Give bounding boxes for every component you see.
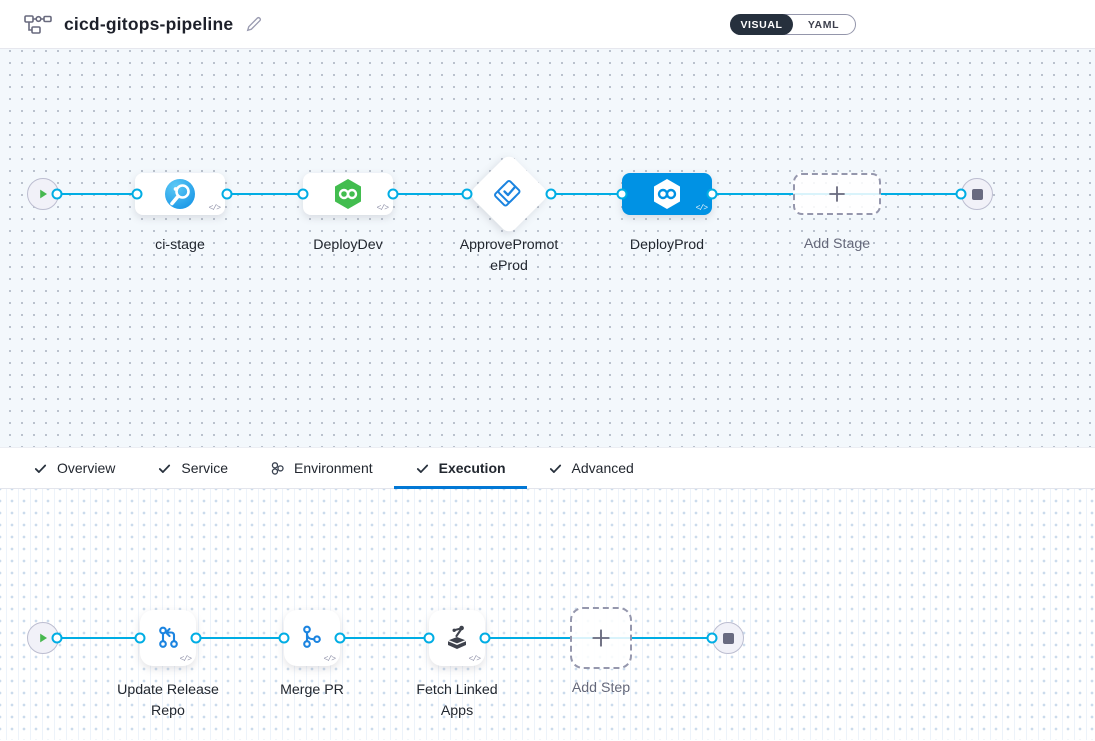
plus-icon	[827, 184, 847, 204]
stage-node-deploydev[interactable]: </>	[303, 173, 393, 215]
connector-port[interactable]	[546, 189, 557, 200]
tab-label: Execution	[439, 460, 506, 476]
play-icon	[37, 632, 49, 644]
stage-node-approvepromoteprod[interactable]	[468, 153, 550, 235]
connector-port[interactable]	[956, 189, 967, 200]
connector-port[interactable]	[617, 189, 628, 200]
check-icon	[33, 461, 48, 476]
stage-label: ci-stage	[118, 235, 242, 256]
code-view-icon[interactable]: </>	[377, 204, 388, 213]
code-view-icon[interactable]: </>	[469, 655, 480, 664]
tab-label: Advanced	[572, 460, 634, 476]
tab-label: Overview	[57, 460, 115, 476]
stop-icon	[723, 633, 734, 644]
tab-environment[interactable]: Environment	[249, 448, 394, 488]
pipeline-graph-icon	[24, 14, 52, 34]
stage-label: ApprovePromoteProd	[457, 235, 561, 278]
connector-port[interactable]	[707, 633, 718, 644]
code-view-icon[interactable]: </>	[696, 204, 707, 213]
cd-hexagon-infinity-icon	[331, 177, 365, 211]
stage-config-tabs: Overview Service Environment Execution A…	[0, 447, 1095, 489]
add-stage-button[interactable]	[793, 173, 881, 215]
tab-service[interactable]: Service	[136, 448, 249, 488]
stop-icon	[972, 189, 983, 200]
tab-advanced[interactable]: Advanced	[527, 448, 655, 488]
connector-port[interactable]	[132, 189, 143, 200]
stage-label: DeployDev	[286, 235, 410, 256]
code-view-icon[interactable]: </>	[324, 655, 335, 664]
add-step-label: Add Step	[539, 678, 663, 699]
connector-port[interactable]	[222, 189, 233, 200]
connector-port[interactable]	[191, 633, 202, 644]
connector-port[interactable]	[480, 633, 491, 644]
execution-canvas: </> </> </>	[0, 489, 1095, 740]
check-icon	[157, 461, 172, 476]
connector-port[interactable]	[424, 633, 435, 644]
toggle-yaml[interactable]: YAML	[792, 15, 855, 34]
stage-node-deployprod[interactable]: </>	[622, 173, 712, 215]
stage-label: DeployProd	[605, 235, 729, 256]
connector-port[interactable]	[707, 189, 718, 200]
tab-execution[interactable]: Execution	[394, 448, 527, 488]
connector-port[interactable]	[335, 633, 346, 644]
visual-yaml-toggle: VISUAL YAML	[730, 14, 856, 35]
check-icon	[415, 461, 430, 476]
play-icon	[37, 188, 49, 200]
add-step-button[interactable]	[570, 607, 632, 669]
edit-pencil-icon[interactable]	[245, 15, 263, 33]
tab-overview[interactable]: Overview	[12, 448, 136, 488]
toggle-visual[interactable]: VISUAL	[730, 14, 793, 35]
connector-port[interactable]	[135, 633, 146, 644]
tab-label: Environment	[294, 460, 373, 476]
step-label: Fetch Linked Apps	[400, 680, 514, 723]
code-view-icon[interactable]: </>	[209, 204, 220, 213]
step-node-fetch-linked-apps[interactable]: </>	[429, 610, 485, 666]
code-view-icon[interactable]: </>	[180, 655, 191, 664]
connector-port[interactable]	[279, 633, 290, 644]
connector-port[interactable]	[298, 189, 309, 200]
ci-orbit-icon	[164, 178, 196, 210]
stage-canvas: </> </> </>	[0, 49, 1095, 447]
connector-port[interactable]	[388, 189, 399, 200]
tab-label: Service	[181, 460, 228, 476]
crate-claw-icon	[441, 622, 473, 654]
plus-icon	[590, 627, 612, 649]
step-label: Merge PR	[250, 680, 374, 701]
check-icon	[548, 461, 563, 476]
cd-hexagon-infinity-icon	[650, 177, 684, 211]
stage-node-ci-stage[interactable]: </>	[135, 173, 225, 215]
git-branch-icon	[296, 622, 328, 654]
pipeline-title: cicd-gitops-pipeline	[64, 14, 233, 35]
step-label: Update Release Repo	[111, 680, 225, 723]
pipeline-header: cicd-gitops-pipeline VISUAL YAML	[0, 0, 1095, 49]
connector-port[interactable]	[52, 633, 63, 644]
step-node-update-release-repo[interactable]: </>	[140, 610, 196, 666]
step-node-merge-pr[interactable]: </>	[284, 610, 340, 666]
connector-port[interactable]	[462, 189, 473, 200]
environment-cluster-icon	[270, 461, 285, 476]
git-update-icon	[152, 622, 184, 654]
add-stage-label: Add Stage	[775, 234, 899, 255]
connector-port[interactable]	[52, 189, 63, 200]
